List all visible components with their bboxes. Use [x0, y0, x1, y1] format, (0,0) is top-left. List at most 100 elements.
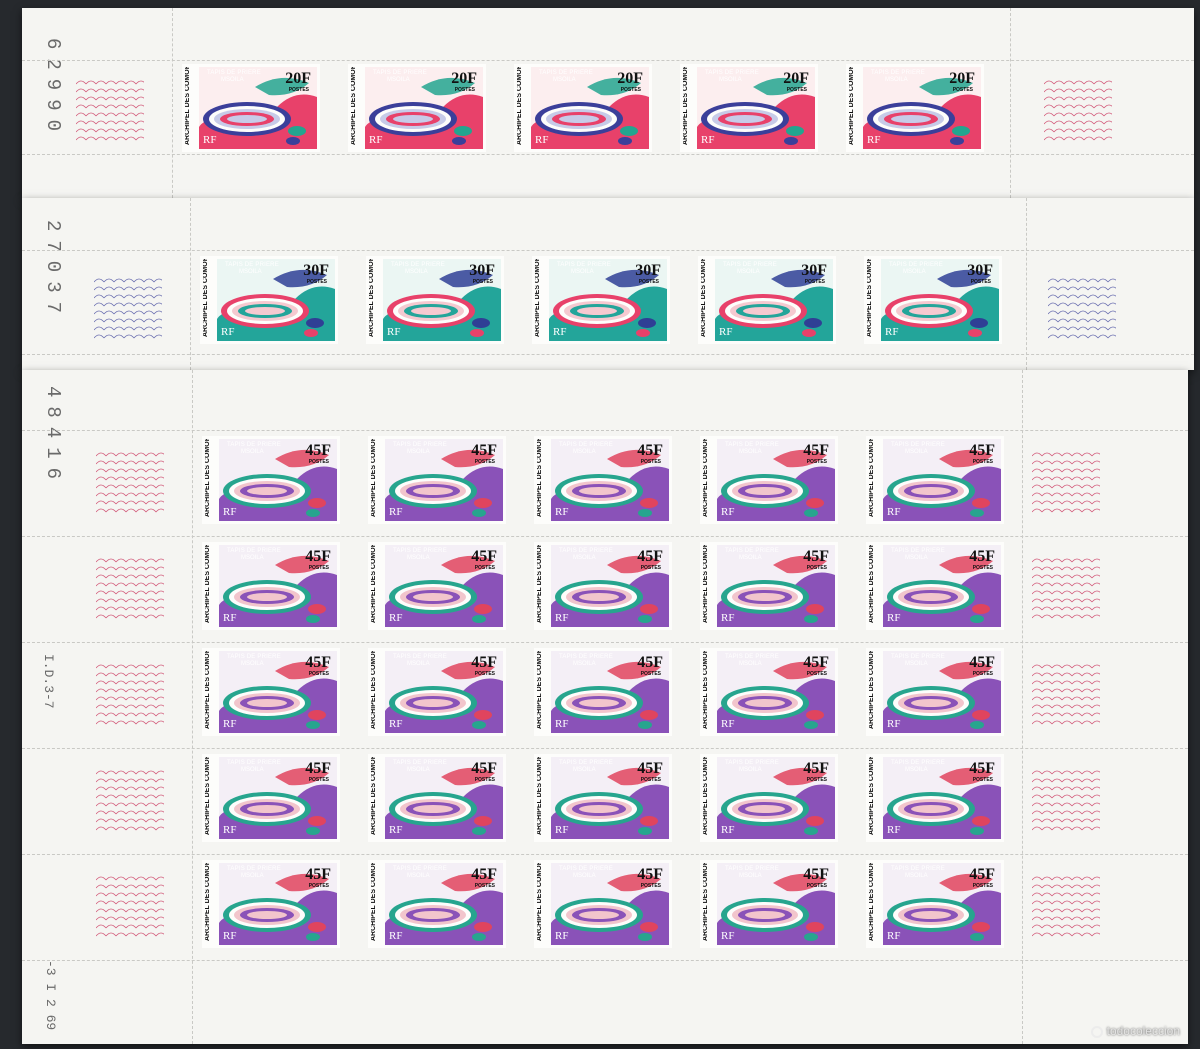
- margin-pattern-right: [1032, 770, 1100, 831]
- stamp: TAPIS DE PRIERE MSOILA 45F POSTES ARCHIP…: [866, 860, 1004, 948]
- stamp-value: 20F: [451, 70, 477, 87]
- stamp-subtitle: MSOILA: [407, 767, 430, 773]
- stamp-title: TAPIS DE PRIERE: [891, 654, 945, 660]
- stamp-country: ARCHIPEL DES COMORES: [368, 256, 375, 337]
- stamp: TAPIS DE PRIERE MSOILA 45F POSTES ARCHIP…: [700, 860, 838, 948]
- stamp-sheet-45f: 48416 I.D.3-7 -3 I 2 69 todocoleccion TA…: [22, 370, 1188, 1044]
- stamp-value: 20F: [949, 70, 975, 87]
- stamp-country: ARCHIPEL DES COMORES: [350, 64, 357, 145]
- stamp-country: ARCHIPEL DES COMORES: [204, 754, 211, 835]
- stamp-title: TAPIS DE PRIERE: [393, 866, 447, 872]
- stamp: TAPIS DE PRIERE MSOILA 45F POSTES ARCHIP…: [202, 860, 340, 948]
- stamp: TAPIS DE PRIERE MSOILA 20F POSTES ARCHIP…: [680, 64, 818, 152]
- stamp-postes-label: POSTES: [474, 459, 495, 465]
- stamp-postes-label: POSTES: [970, 279, 991, 285]
- stamp-rf: RF: [389, 824, 403, 836]
- stamp-postes-label: POSTES: [308, 777, 329, 783]
- stamp: TAPIS DE PRIERE MSOILA 45F POSTES ARCHIP…: [202, 436, 340, 524]
- stamp-value: 45F: [471, 442, 497, 459]
- stamp-title: TAPIS DE PRIERE: [373, 70, 427, 76]
- stamp-rf: RF: [223, 930, 237, 942]
- stamp-postes-label: POSTES: [806, 883, 827, 889]
- stamp-title: TAPIS DE PRIERE: [725, 760, 779, 766]
- margin-pattern-right: [1044, 80, 1112, 141]
- stamp-title: TAPIS DE PRIERE: [559, 760, 613, 766]
- stamp-subtitle: MSOILA: [885, 77, 908, 83]
- stamp-rf: RF: [887, 930, 901, 942]
- stamp-postes-label: POSTES: [454, 87, 475, 93]
- stamp-postes-label: POSTES: [972, 565, 993, 571]
- stamp-value: 45F: [305, 760, 331, 777]
- stamp-title: TAPIS DE PRIERE: [559, 442, 613, 448]
- stamp-rf: RF: [369, 134, 383, 146]
- stamp-country: ARCHIPEL DES COMORES: [702, 860, 709, 941]
- stamp-value: 45F: [969, 548, 995, 565]
- stamp-value: 30F: [469, 262, 495, 279]
- stamp: TAPIS DE PRIERE MSOILA 45F POSTES ARCHIP…: [866, 648, 1004, 736]
- stamp-subtitle: MSOILA: [905, 661, 928, 667]
- stamp-country: ARCHIPEL DES COMORES: [370, 542, 377, 623]
- stamp-rf: RF: [721, 930, 735, 942]
- stamp-subtitle: MSOILA: [739, 449, 762, 455]
- stamp-country: ARCHIPEL DES COMORES: [536, 648, 543, 729]
- stamp: TAPIS DE PRIERE MSOILA 45F POSTES ARCHIP…: [368, 648, 506, 736]
- stamp-country: ARCHIPEL DES COMORES: [868, 648, 875, 729]
- stamp-postes-label: POSTES: [972, 777, 993, 783]
- stamp-subtitle: MSOILA: [573, 555, 596, 561]
- stamp-subtitle: MSOILA: [739, 873, 762, 879]
- stamp-subtitle: MSOILA: [905, 767, 928, 773]
- stamp-value: 45F: [969, 866, 995, 883]
- stamp-value: 45F: [305, 548, 331, 565]
- stamp-title: TAPIS DE PRIERE: [227, 760, 281, 766]
- stamp-subtitle: MSOILA: [387, 77, 410, 83]
- stamp-rf: RF: [887, 718, 901, 730]
- stamp-rf: RF: [221, 326, 235, 338]
- stamp-country: ARCHIPEL DES COMORES: [702, 648, 709, 729]
- stamp-rf: RF: [223, 612, 237, 624]
- stamp-country: ARCHIPEL DES COMORES: [868, 860, 875, 941]
- stamp: TAPIS DE PRIERE MSOILA 45F POSTES ARCHIP…: [866, 436, 1004, 524]
- stamp-country: ARCHIPEL DES COMORES: [702, 542, 709, 623]
- stamp-rf: RF: [887, 612, 901, 624]
- margin-pattern-left: [96, 558, 164, 619]
- stamp-title: TAPIS DE PRIERE: [889, 262, 943, 268]
- stamp-value: 45F: [637, 548, 663, 565]
- margin-pattern-left: [96, 452, 164, 513]
- stamp-postes-label: POSTES: [308, 671, 329, 677]
- stamp-postes-label: POSTES: [972, 883, 993, 889]
- stamp-rf: RF: [387, 326, 401, 338]
- stamp-country: ARCHIPEL DES COMORES: [202, 256, 209, 337]
- stamp-subtitle: MSOILA: [739, 661, 762, 667]
- stamp-subtitle: MSOILA: [905, 555, 928, 561]
- stamp-postes-label: POSTES: [474, 883, 495, 889]
- stamp-postes-label: POSTES: [806, 565, 827, 571]
- stamp-value: 45F: [803, 866, 829, 883]
- stamp-rf: RF: [555, 930, 569, 942]
- stamp: TAPIS DE PRIERE MSOILA 45F POSTES ARCHIP…: [700, 648, 838, 736]
- stamp-postes-label: POSTES: [308, 459, 329, 465]
- stamp-rf: RF: [553, 326, 567, 338]
- stamp-rf: RF: [719, 326, 733, 338]
- stamp-postes-label: POSTES: [786, 87, 807, 93]
- stamp: TAPIS DE PRIERE MSOILA 20F POSTES ARCHIP…: [182, 64, 320, 152]
- stamp-rf: RF: [887, 506, 901, 518]
- stamp-rf: RF: [721, 824, 735, 836]
- stamp: TAPIS DE PRIERE MSOILA 20F POSTES ARCHIP…: [514, 64, 652, 152]
- stamp-rf: RF: [885, 326, 899, 338]
- stamp-rf: RF: [223, 824, 237, 836]
- stamp-subtitle: MSOILA: [905, 873, 928, 879]
- stamp-subtitle: MSOILA: [737, 269, 760, 275]
- stamp-rf: RF: [203, 134, 217, 146]
- watermark: todocoleccion: [1090, 1024, 1180, 1038]
- stamp-subtitle: MSOILA: [719, 77, 742, 83]
- stamp-title: TAPIS DE PRIERE: [539, 70, 593, 76]
- stamp-country: ARCHIPEL DES COMORES: [370, 860, 377, 941]
- stamp-value: 30F: [635, 262, 661, 279]
- stamp-value: 30F: [801, 262, 827, 279]
- margin-pattern-left: [94, 278, 162, 339]
- stamp-title: TAPIS DE PRIERE: [725, 654, 779, 660]
- sheet-number: 27037: [42, 220, 64, 323]
- stamp-rf: RF: [389, 612, 403, 624]
- stamp-title: TAPIS DE PRIERE: [227, 548, 281, 554]
- stamp-rf: RF: [887, 824, 901, 836]
